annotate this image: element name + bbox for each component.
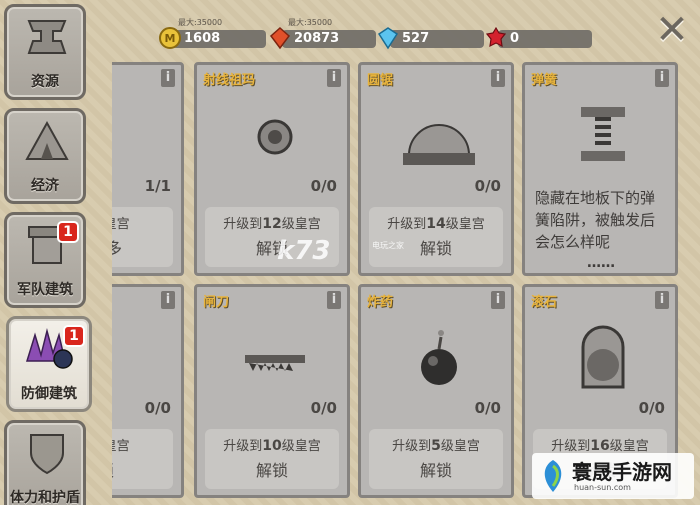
unlock-requirement: 升级到10级皇宫 bbox=[223, 438, 321, 454]
info-button[interactable]: i bbox=[161, 69, 175, 87]
game-screen: 资源 经济 1 军队建筑 1 防御建筑 体力和护盾 最大:35000 M 160… bbox=[0, 0, 700, 505]
ruby-value: 0 bbox=[510, 31, 520, 46]
anvil-icon bbox=[27, 20, 67, 54]
k73-subtitle: 电玩之家 bbox=[372, 241, 404, 250]
info-button[interactable]: i bbox=[655, 291, 669, 309]
tab-stamina-shield-label: 体力和护盾 bbox=[10, 490, 80, 505]
army-notification-badge: 1 bbox=[57, 221, 79, 243]
card-title: 炸药 bbox=[367, 295, 394, 310]
card-count: 0/0 bbox=[310, 399, 337, 417]
building-card-explosive[interactable]: 炸药 i 0/0 升级到5级皇宫 解锁 bbox=[358, 284, 514, 498]
gold-resource: 最大:35000 M 1608 bbox=[158, 18, 268, 50]
tab-economy-label: 经济 bbox=[31, 178, 59, 194]
card-title: 射线祖玛 bbox=[203, 73, 256, 88]
unlock-box: 7级皇宫 更多 bbox=[112, 207, 173, 267]
card-title: 弹簧 bbox=[531, 73, 558, 88]
info-button[interactable]: i bbox=[491, 69, 505, 87]
defense-notification-badge: 1 bbox=[63, 325, 85, 347]
red-gem-max: 最大:35000 bbox=[288, 18, 333, 27]
category-sidebar: 资源 经济 1 军队建筑 1 防御建筑 体力和护盾 bbox=[0, 0, 92, 505]
unlock-box: 升级到10级皇宫 解锁 bbox=[205, 429, 339, 489]
building-card-spring[interactable]: 弹簧 i 隐藏在地板下的弹簧陷阱，被触发后会怎么样呢 …… bbox=[522, 62, 678, 276]
close-button[interactable]: ✕ bbox=[652, 8, 692, 52]
card-count: 0/0 bbox=[638, 399, 665, 417]
unlock-label: 锁 bbox=[112, 457, 173, 481]
unlock-requirement: 升级到5级皇宫 bbox=[392, 438, 480, 454]
card-description: 隐藏在地板下的弹簧陷阱，被触发后会怎么样呢 bbox=[535, 189, 656, 251]
info-button[interactable]: i bbox=[327, 69, 341, 87]
unlock-label: 解锁 bbox=[255, 461, 288, 480]
tab-resources-label: 资源 bbox=[31, 74, 59, 90]
tab-economy[interactable]: 经济 bbox=[4, 108, 86, 204]
spring-trap-icon bbox=[581, 107, 625, 161]
unlock-requirement: 7级皇宫 bbox=[112, 439, 130, 454]
watermark-text: 寰晟手游网 bbox=[572, 460, 672, 484]
tab-resources[interactable]: 资源 bbox=[4, 4, 86, 100]
resource-bar: 最大:35000 M 1608 最大:35000 20873 527 0 ✕ bbox=[92, 0, 700, 56]
card-count: 0/0 bbox=[474, 177, 501, 195]
ray-zuma-icon bbox=[257, 119, 293, 155]
tent-icon bbox=[25, 120, 69, 160]
unlock-requirement: 升级到16级皇宫 bbox=[551, 438, 649, 454]
site-watermark: 寰晟手游网 huan-sun.com bbox=[532, 453, 694, 499]
tab-army-buildings-label: 军队建筑 bbox=[17, 282, 73, 298]
tab-defense-buildings-label: 防御建筑 bbox=[21, 386, 77, 402]
card-count: 0/0 bbox=[310, 177, 337, 195]
watermark-url: huan-sun.com bbox=[574, 483, 631, 492]
ruby-resource: 0 bbox=[484, 26, 594, 50]
unlock-requirement: 升级到12级皇宫 bbox=[223, 216, 321, 232]
tab-stamina-shield[interactable]: 体力和护盾 bbox=[4, 420, 86, 505]
card-title: 圆锯 bbox=[367, 73, 394, 88]
red-gem-value: 20873 bbox=[294, 31, 340, 46]
unlock-label: 解锁 bbox=[419, 461, 452, 480]
tab-army-buildings[interactable]: 1 军队建筑 bbox=[4, 212, 86, 308]
building-card[interactable]: i 1/1 7级皇宫 更多 bbox=[112, 62, 184, 276]
gold-max: 最大:35000 bbox=[178, 18, 223, 27]
defense-building-grid: i 1/1 7级皇宫 更多 射线祖玛 i 0/0 升级到12级皇宫 解锁 圆锯 … bbox=[112, 62, 700, 505]
tab-defense-buildings[interactable]: 1 防御建筑 bbox=[6, 316, 92, 412]
building-card[interactable]: i 0/0 7级皇宫 锁 bbox=[112, 284, 184, 498]
bomb-icon bbox=[421, 330, 457, 385]
boulder-trap-icon bbox=[581, 325, 625, 389]
gold-value: 1608 bbox=[184, 31, 221, 46]
blue-crystal-icon bbox=[377, 27, 399, 50]
card-title: 滚石 bbox=[531, 295, 558, 310]
unlock-label: 更多 bbox=[112, 239, 122, 258]
k73-watermark: k73 电玩之家 bbox=[277, 236, 427, 266]
unlock-requirement: 7级皇宫 bbox=[112, 217, 130, 232]
card-count: 0/0 bbox=[474, 399, 501, 417]
card-title: 闸刀 bbox=[203, 295, 230, 310]
info-button[interactable]: i bbox=[491, 291, 505, 309]
unlock-box: 7级皇宫 锁 bbox=[112, 429, 173, 489]
ruby-icon bbox=[485, 26, 507, 48]
ellipsis: …… bbox=[587, 255, 615, 271]
crystal-resource: 527 bbox=[376, 27, 486, 50]
card-count: 0/0 bbox=[144, 399, 171, 417]
red-gem-resource: 最大:35000 20873 bbox=[268, 18, 378, 50]
k73-logo: k73 bbox=[277, 236, 331, 266]
shield-icon bbox=[30, 434, 64, 475]
gold-coin-icon: M bbox=[159, 27, 181, 49]
info-button[interactable]: i bbox=[161, 291, 175, 309]
leaf-logo-icon bbox=[544, 460, 562, 492]
card-count: 1/1 bbox=[144, 177, 171, 195]
red-gem-icon bbox=[269, 26, 291, 50]
guillotine-blade-icon bbox=[245, 355, 305, 371]
building-card-guillotine[interactable]: 闸刀 i 0/0 升级到10级皇宫 解锁 bbox=[194, 284, 350, 498]
unlock-requirement: 升级到14级皇宫 bbox=[387, 216, 485, 232]
info-button[interactable]: i bbox=[327, 291, 341, 309]
unlock-box: 升级到5级皇宫 解锁 bbox=[369, 429, 503, 489]
info-button[interactable]: i bbox=[655, 69, 669, 87]
crystal-value: 527 bbox=[402, 31, 430, 46]
svg-text:M: M bbox=[165, 32, 176, 45]
circular-saw-icon bbox=[403, 124, 475, 165]
